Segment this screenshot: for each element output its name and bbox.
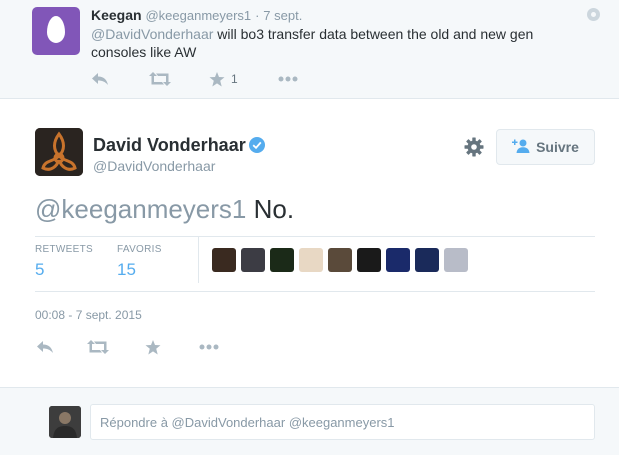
parent-tweet-actions: 1: [91, 71, 298, 87]
more-icon[interactable]: [199, 339, 219, 355]
retweets-label: RETWEETS: [35, 244, 93, 255]
separator-dot: ·: [255, 8, 260, 23]
favoriter-avatar[interactable]: [386, 248, 410, 272]
tweet-stats: RETWEETS 5 FAVORIS 15: [35, 236, 595, 292]
retweets-stat[interactable]: RETWEETS 5: [35, 244, 93, 280]
verified-badge-icon: [249, 137, 265, 153]
main-tweet-actions: [36, 339, 219, 355]
retweet-icon[interactable]: [149, 71, 171, 87]
treyarch-logo-icon: [35, 128, 83, 176]
favorites-stat[interactable]: FAVORIS 15: [117, 244, 162, 280]
favorites-value: 15: [117, 260, 136, 279]
gear-icon[interactable]: [464, 137, 484, 157]
parent-author-handle[interactable]: @keeganmeyers1: [145, 8, 251, 23]
parent-tweet-header: Keegan @keeganmeyers1 · 7 sept.: [91, 7, 302, 23]
reply-input[interactable]: Répondre à @DavidVonderhaar @keeganmeyer…: [90, 404, 595, 440]
main-mention-link[interactable]: @keeganmeyers1: [35, 194, 246, 224]
favorites-label: FAVORIS: [117, 244, 162, 255]
follow-button-label: Suivre: [536, 139, 579, 155]
favoriter-avatar[interactable]: [328, 248, 352, 272]
favoriter-avatar[interactable]: [212, 248, 236, 272]
follow-person-icon: [512, 139, 530, 156]
favoriter-avatar[interactable]: [415, 248, 439, 272]
current-user-avatar: [49, 406, 81, 438]
favorite-icon[interactable]: 1: [209, 71, 238, 87]
parent-tweet-text: @DavidVonderhaar will bo3 transfer data …: [91, 25, 561, 61]
more-icon[interactable]: [278, 71, 298, 87]
reply-icon[interactable]: [91, 71, 109, 87]
parent-tweet-time[interactable]: 7 sept.: [263, 8, 302, 23]
author-name[interactable]: David Vonderhaar: [93, 135, 246, 156]
close-icon[interactable]: [587, 8, 600, 21]
keegan-avatar[interactable]: [32, 7, 80, 55]
favoriter-avatar[interactable]: [270, 248, 294, 272]
david-avatar[interactable]: [35, 128, 83, 176]
favoriter-avatar[interactable]: [299, 248, 323, 272]
parent-author-name[interactable]: Keegan: [91, 7, 142, 23]
reply-icon[interactable]: [36, 339, 54, 355]
reply-composer: Répondre à @DavidVonderhaar @keeganmeyer…: [0, 387, 619, 455]
tweet-timestamp: 00:08 - 7 sept. 2015: [35, 308, 142, 322]
stats-divider: [198, 237, 199, 283]
favoriter-avatars: [212, 248, 473, 272]
favorite-icon[interactable]: [145, 339, 161, 355]
favoriter-avatar[interactable]: [444, 248, 468, 272]
favoriter-avatar[interactable]: [357, 248, 381, 272]
main-tweet-body: No.: [246, 194, 295, 224]
parent-mention-link[interactable]: @DavidVonderhaar: [91, 26, 213, 42]
retweet-icon[interactable]: [87, 339, 109, 355]
follow-button[interactable]: Suivre: [496, 129, 595, 165]
main-tweet-text: @keeganmeyers1 No.: [35, 193, 294, 225]
parent-tweet[interactable]: Keegan @keeganmeyers1 · 7 sept. @DavidVo…: [0, 0, 619, 99]
author-handle[interactable]: @DavidVonderhaar: [93, 158, 215, 174]
favoriter-avatar[interactable]: [241, 248, 265, 272]
egg-avatar-icon: [47, 16, 65, 43]
favorite-count: 1: [231, 72, 238, 86]
retweets-value: 5: [35, 260, 45, 279]
